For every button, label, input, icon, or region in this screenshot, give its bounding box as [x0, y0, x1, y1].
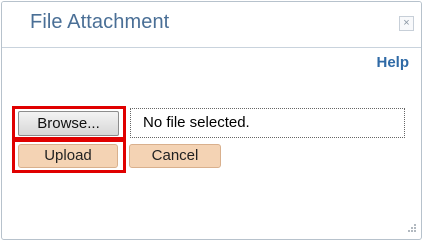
file-attachment-dialog: File Attachment × Help Browse... No file… — [1, 1, 422, 240]
help-link[interactable]: Help — [376, 54, 409, 71]
upload-button[interactable]: Upload — [18, 144, 118, 168]
selected-file-display: No file selected. — [130, 108, 405, 138]
resize-grip-icon[interactable] — [405, 223, 417, 235]
cancel-button[interactable]: Cancel — [129, 144, 221, 168]
dialog-title: File Attachment — [30, 11, 170, 33]
close-button[interactable]: × — [399, 16, 414, 31]
close-icon: × — [403, 17, 410, 29]
dialog-title-bar: File Attachment × — [2, 2, 421, 48]
browse-button[interactable]: Browse... — [18, 111, 119, 136]
